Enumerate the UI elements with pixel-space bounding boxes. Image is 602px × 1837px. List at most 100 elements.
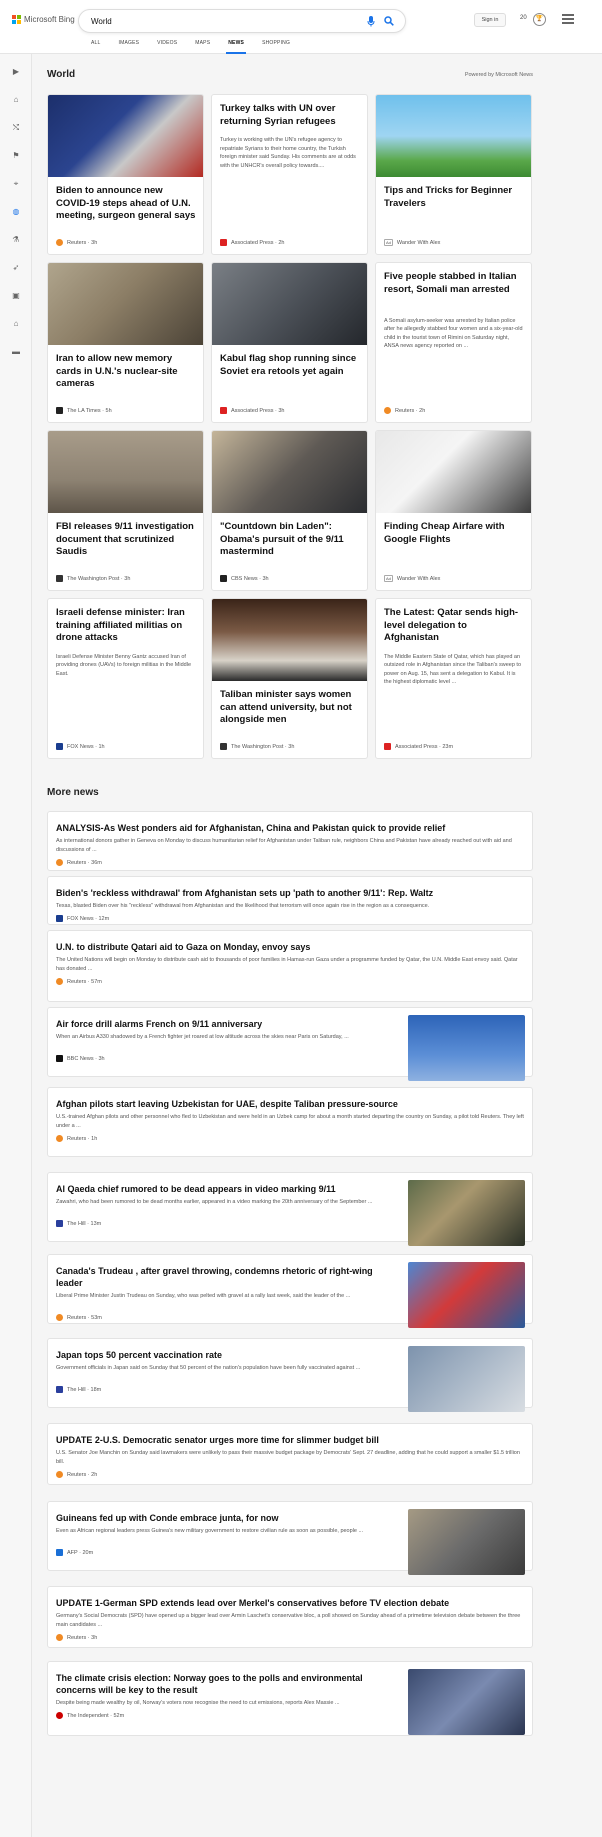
card-source[interactable]: The Washington Post · 3h bbox=[56, 575, 130, 582]
card-image[interactable] bbox=[48, 431, 203, 513]
news-item[interactable]: Canada's Trudeau , after gravel throwing… bbox=[47, 1254, 533, 1328]
card-source[interactable]: Associated Press · 23m bbox=[384, 743, 453, 750]
news-item[interactable]: Biden's 'reckless withdrawal' from Afgha… bbox=[47, 876, 533, 925]
card-image[interactable] bbox=[212, 431, 367, 513]
news-item[interactable]: Al Qaeda chief rumored to be dead appear… bbox=[47, 1172, 533, 1246]
card-title[interactable]: The Latest: Qatar sends high-level deleg… bbox=[384, 607, 524, 645]
card-title[interactable]: Taliban minister says women can attend u… bbox=[220, 689, 360, 727]
trending-icon[interactable]: ⤭ bbox=[10, 122, 22, 134]
card-title[interactable]: Turkey talks with UN over returning Syri… bbox=[220, 103, 360, 128]
card-title[interactable]: Finding Cheap Airfare with Google Flight… bbox=[384, 521, 524, 546]
news-source[interactable]: FOX News · 12m bbox=[56, 915, 109, 922]
card-image[interactable] bbox=[212, 599, 367, 681]
news-title[interactable]: ANALYSIS-As West ponders aid for Afghani… bbox=[56, 822, 526, 834]
news-card[interactable]: Kabul flag shop running since Soviet era… bbox=[211, 262, 368, 423]
news-card[interactable]: Five people stabbed in Italian resort, S… bbox=[375, 262, 532, 423]
flag-icon[interactable]: ⚑ bbox=[10, 150, 22, 162]
card-image[interactable] bbox=[48, 263, 203, 345]
news-thumbnail[interactable] bbox=[408, 1262, 525, 1328]
powered-by[interactable]: Powered by Microsoft News bbox=[465, 72, 533, 78]
news-item[interactable]: UPDATE 2-U.S. Democratic senator urges m… bbox=[47, 1423, 533, 1485]
rewards-trophy-icon[interactable]: 🏆 bbox=[533, 13, 546, 26]
news-title[interactable]: The climate crisis election: Norway goes… bbox=[56, 1672, 401, 1696]
expand-icon[interactable]: ▶ bbox=[10, 66, 22, 78]
news-source[interactable]: AFP · 20m bbox=[56, 1549, 93, 1556]
card-source[interactable]: The LA Times · 5h bbox=[56, 407, 112, 414]
card-title[interactable]: Biden to announce new COVID-19 steps ahe… bbox=[56, 185, 196, 223]
rewards-count[interactable]: 20 bbox=[520, 15, 527, 21]
card-source[interactable]: Associated Press · 3h bbox=[220, 407, 285, 414]
bing-logo[interactable]: Microsoft Bing bbox=[12, 15, 75, 24]
news-card[interactable]: Iran to allow new memory cards in U.N.'s… bbox=[47, 262, 204, 423]
card-source[interactable]: FOX News · 1h bbox=[56, 743, 105, 750]
news-card[interactable]: Taliban minister says women can attend u… bbox=[211, 598, 368, 759]
news-title[interactable]: Biden's 'reckless withdrawal' from Afgha… bbox=[56, 887, 526, 899]
rocket-icon[interactable]: ➶ bbox=[10, 262, 22, 274]
news-item[interactable]: Air force drill alarms French on 9/11 an… bbox=[47, 1007, 533, 1081]
tab-maps[interactable]: MAPS bbox=[186, 37, 219, 54]
card-title[interactable]: FBI releases 9/11 investigation document… bbox=[56, 521, 196, 559]
news-source[interactable]: The Hill · 18m bbox=[56, 1386, 101, 1393]
search-input[interactable] bbox=[91, 14, 341, 29]
card-source[interactable]: Reuters · 2h bbox=[384, 407, 425, 414]
news-card[interactable]: Biden to announce new COVID-19 steps ahe… bbox=[47, 94, 204, 255]
news-title[interactable]: Afghan pilots start leaving Uzbekistan f… bbox=[56, 1098, 526, 1110]
news-title[interactable]: U.N. to distribute Qatari aid to Gaza on… bbox=[56, 941, 526, 953]
card-source[interactable]: The Washington Post · 3h bbox=[220, 743, 294, 750]
news-source[interactable]: The Independent · 52m bbox=[56, 1712, 124, 1719]
card-title[interactable]: Israeli defense minister: Iran training … bbox=[56, 607, 196, 645]
news-item[interactable]: UPDATE 1-German SPD extends lead over Me… bbox=[47, 1586, 533, 1648]
news-item[interactable]: Guineans fed up with Conde embrace junta… bbox=[47, 1501, 533, 1575]
card-title[interactable]: "Countdown bin Laden": Obama's pursuit o… bbox=[220, 521, 360, 559]
news-thumbnail[interactable] bbox=[408, 1346, 525, 1412]
news-source[interactable]: Reuters · 1h bbox=[56, 1135, 97, 1142]
search-icon[interactable] bbox=[383, 16, 395, 28]
news-source[interactable]: Reuters · 3h bbox=[56, 1634, 97, 1641]
card-title[interactable]: Tips and Tricks for Beginner Travelers bbox=[384, 185, 524, 210]
card-image[interactable] bbox=[376, 431, 531, 513]
news-thumbnail[interactable] bbox=[408, 1015, 525, 1081]
news-source[interactable]: Reuters · 57m bbox=[56, 978, 102, 985]
tab-all[interactable]: ALL bbox=[82, 37, 110, 54]
news-thumbnail[interactable] bbox=[408, 1180, 525, 1246]
entertainment-icon[interactable]: ▣ bbox=[10, 290, 22, 302]
tab-images[interactable]: IMAGES bbox=[110, 37, 149, 54]
news-card[interactable]: FBI releases 9/11 investigation document… bbox=[47, 430, 204, 591]
news-source[interactable]: The Hill · 13m bbox=[56, 1220, 101, 1227]
microphone-icon[interactable] bbox=[365, 16, 377, 28]
news-title[interactable]: Al Qaeda chief rumored to be dead appear… bbox=[56, 1183, 401, 1195]
card-source[interactable]: Ad Wander With Alex bbox=[384, 575, 440, 582]
card-title[interactable]: Kabul flag shop running since Soviet era… bbox=[220, 353, 360, 378]
home-icon[interactable]: ⌂ bbox=[10, 94, 22, 106]
news-card[interactable]: The Latest: Qatar sends high-level deleg… bbox=[375, 598, 532, 759]
news-title[interactable]: Air force drill alarms French on 9/11 an… bbox=[56, 1018, 401, 1030]
hamburger-menu-icon[interactable] bbox=[562, 14, 574, 24]
card-image[interactable] bbox=[212, 263, 367, 345]
news-title[interactable]: UPDATE 1-German SPD extends lead over Me… bbox=[56, 1597, 526, 1609]
science-icon[interactable]: ⚗ bbox=[10, 234, 22, 246]
card-title[interactable]: Iran to allow new memory cards in U.N.'s… bbox=[56, 353, 196, 391]
news-title[interactable]: Japan tops 50 percent vaccination rate bbox=[56, 1349, 401, 1361]
news-title[interactable]: UPDATE 2-U.S. Democratic senator urges m… bbox=[56, 1434, 526, 1446]
news-card[interactable]: Finding Cheap Airfare with Google Flight… bbox=[375, 430, 532, 591]
card-image[interactable] bbox=[376, 95, 531, 177]
news-source[interactable]: Reuters · 2h bbox=[56, 1471, 97, 1478]
news-item[interactable]: ANALYSIS-As West ponders aid for Afghani… bbox=[47, 811, 533, 871]
tab-videos[interactable]: VIDEOS bbox=[148, 37, 186, 54]
news-thumbnail[interactable] bbox=[408, 1509, 525, 1575]
card-image[interactable] bbox=[48, 95, 203, 177]
news-thumbnail[interactable] bbox=[408, 1669, 525, 1735]
news-item[interactable]: Japan tops 50 percent vaccination rate Go… bbox=[47, 1338, 533, 1412]
tab-news[interactable]: NEWS bbox=[219, 37, 253, 54]
news-source[interactable]: Reuters · 36m bbox=[56, 859, 102, 866]
search-box[interactable] bbox=[78, 9, 406, 33]
news-item[interactable]: The climate crisis election: Norway goes… bbox=[47, 1661, 533, 1736]
card-source[interactable]: CBS News · 3h bbox=[220, 575, 269, 582]
tab-shopping[interactable]: SHOPPING bbox=[253, 37, 299, 54]
card-source[interactable]: Reuters · 3h bbox=[56, 239, 97, 246]
news-card[interactable]: "Countdown bin Laden": Obama's pursuit o… bbox=[211, 430, 368, 591]
news-card[interactable]: Turkey talks with UN over returning Syri… bbox=[211, 94, 368, 255]
news-source[interactable]: Reuters · 53m bbox=[56, 1314, 102, 1321]
bank-icon[interactable]: ⌂ bbox=[10, 318, 22, 330]
card-source[interactable]: Ad Wander With Alex bbox=[384, 239, 440, 246]
